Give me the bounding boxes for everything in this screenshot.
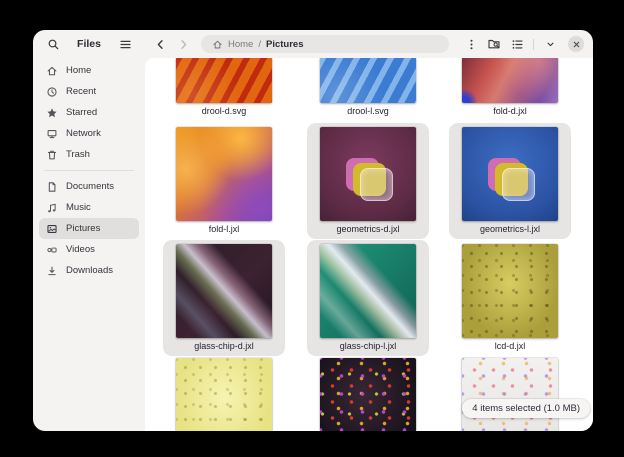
document-icon bbox=[46, 181, 58, 193]
chevron-left-icon bbox=[154, 38, 167, 51]
download-icon bbox=[46, 265, 58, 277]
main-menu-button[interactable] bbox=[116, 35, 134, 53]
sidebar-item-music[interactable]: Music bbox=[39, 197, 139, 218]
search-button[interactable] bbox=[44, 35, 62, 53]
sidebar-label: Downloads bbox=[66, 265, 113, 276]
thumbnail-glass-chip-l bbox=[320, 244, 416, 338]
thumbnail-row4-2 bbox=[320, 358, 416, 431]
sidebar-label: Videos bbox=[66, 244, 95, 255]
file-name: glass-chip-d.jxl bbox=[194, 341, 254, 352]
file-item-geometrics-d[interactable]: geometrics-d.jxl bbox=[307, 123, 429, 239]
file-name: fold-d.jxl bbox=[493, 106, 527, 117]
sidebar-item-downloads[interactable]: Downloads bbox=[39, 260, 139, 281]
kebab-menu-icon bbox=[465, 38, 478, 51]
file-name: geometrics-d.jxl bbox=[336, 224, 399, 235]
file-name: geometrics-l.jxl bbox=[480, 224, 540, 235]
cube-shape bbox=[502, 168, 535, 201]
list-view-icon bbox=[511, 38, 524, 51]
file-item-geometrics-l[interactable]: geometrics-l.jxl bbox=[449, 123, 571, 239]
home-icon bbox=[46, 65, 58, 77]
breadcrumb-separator: / bbox=[258, 39, 261, 50]
back-button[interactable] bbox=[151, 35, 169, 53]
sidebar-item-home[interactable]: Home bbox=[39, 60, 139, 81]
close-icon bbox=[572, 40, 581, 49]
thumbnail-row4-1 bbox=[176, 358, 272, 431]
file-item-fold-l[interactable]: fold-l.jxl bbox=[163, 123, 285, 239]
file-item-glass-chip-l[interactable]: glass-chip-l.jxl bbox=[307, 240, 429, 356]
search-location-button[interactable] bbox=[485, 35, 503, 53]
sidebar-label: Home bbox=[66, 65, 91, 76]
files-window: Files bbox=[33, 30, 593, 431]
breadcrumb-root[interactable]: Home bbox=[228, 39, 253, 50]
sidebar-item-videos[interactable]: Videos bbox=[39, 239, 139, 260]
file-item-glass-chip-d[interactable]: glass-chip-d.jxl bbox=[163, 240, 285, 356]
sidebar-label: Trash bbox=[66, 149, 90, 160]
chevron-down-icon bbox=[545, 39, 556, 50]
file-name: lcd-d.jxl bbox=[495, 341, 526, 352]
thumbnail-geometrics-d bbox=[320, 127, 416, 221]
path-bar[interactable]: Home / Pictures bbox=[201, 35, 449, 53]
cube-shape bbox=[360, 168, 393, 201]
search-icon bbox=[47, 38, 60, 51]
file-item-lcd-d[interactable]: lcd-d.jxl bbox=[449, 240, 571, 356]
menu-kebab-button[interactable] bbox=[462, 35, 480, 53]
network-icon bbox=[46, 128, 58, 140]
file-name: drool-l.svg bbox=[347, 106, 389, 117]
file-item-row4-2[interactable] bbox=[307, 354, 429, 431]
thumbnail-lcd-d bbox=[462, 244, 558, 338]
selection-status-text: 4 items selected (1.0 MB) bbox=[472, 403, 580, 414]
forward-button[interactable] bbox=[174, 35, 192, 53]
file-item-row4-1[interactable] bbox=[163, 354, 285, 431]
thumbnail-row4-3 bbox=[462, 358, 558, 431]
thumbnail-drool-d bbox=[176, 58, 272, 103]
trash-icon bbox=[46, 149, 58, 161]
thumbnail-fold-d bbox=[462, 58, 558, 103]
sidebar-item-starred[interactable]: Starred bbox=[39, 102, 139, 123]
sidebar-separator bbox=[44, 170, 134, 171]
view-options-button[interactable] bbox=[541, 35, 559, 53]
sidebar-label: Documents bbox=[66, 181, 114, 192]
sidebar: Home Recent Starred Network bbox=[33, 58, 145, 431]
file-name: glass-chip-l.jxl bbox=[340, 341, 397, 352]
view-split-divider bbox=[533, 39, 534, 50]
video-camera-icon bbox=[46, 244, 58, 256]
thumbnail-glass-chip-d bbox=[176, 244, 272, 338]
chevron-right-icon bbox=[177, 38, 190, 51]
sidebar-item-documents[interactable]: Documents bbox=[39, 176, 139, 197]
folder-search-icon bbox=[487, 37, 501, 51]
file-item-drool-d[interactable]: drool-d.svg bbox=[163, 58, 285, 121]
star-icon bbox=[46, 107, 58, 119]
hamburger-menu-icon bbox=[119, 38, 132, 51]
sidebar-label: Network bbox=[66, 128, 101, 139]
sidebar-label: Pictures bbox=[66, 223, 100, 234]
thumbnail-geometrics-l bbox=[462, 127, 558, 221]
toolbar: Home / Pictures bbox=[145, 30, 593, 58]
view-list-button[interactable] bbox=[508, 35, 526, 53]
recent-clock-icon bbox=[46, 86, 58, 98]
sidebar-item-recent[interactable]: Recent bbox=[39, 81, 139, 102]
sidebar-item-trash[interactable]: Trash bbox=[39, 144, 139, 165]
sidebar-label: Starred bbox=[66, 107, 97, 118]
thumbnail-drool-l bbox=[320, 58, 416, 103]
selection-status-badge: 4 items selected (1.0 MB) bbox=[462, 399, 590, 418]
sidebar-label: Music bbox=[66, 202, 91, 213]
file-item-drool-l[interactable]: drool-l.svg bbox=[307, 58, 429, 121]
window-close-button[interactable] bbox=[568, 36, 584, 52]
headerbar: Files bbox=[33, 30, 593, 58]
file-grid: drool-d.svg drool-l.svg fold-d.jxl fold-… bbox=[145, 58, 593, 431]
thumbnail-fold-l bbox=[176, 127, 272, 221]
file-name: fold-l.jxl bbox=[209, 224, 240, 235]
file-name: drool-d.svg bbox=[202, 106, 247, 117]
sidebar-item-pictures[interactable]: Pictures bbox=[39, 218, 139, 239]
sidebar-header: Files bbox=[33, 30, 145, 58]
image-icon bbox=[46, 223, 58, 235]
breadcrumb-current[interactable]: Pictures bbox=[266, 39, 304, 50]
sidebar-label: Recent bbox=[66, 86, 96, 97]
home-icon bbox=[212, 39, 223, 50]
app-title: Files bbox=[62, 38, 116, 50]
sidebar-item-network[interactable]: Network bbox=[39, 123, 139, 144]
music-note-icon bbox=[46, 202, 58, 214]
file-item-fold-d[interactable]: fold-d.jxl bbox=[449, 58, 571, 121]
file-item-row4-3[interactable] bbox=[449, 354, 571, 431]
